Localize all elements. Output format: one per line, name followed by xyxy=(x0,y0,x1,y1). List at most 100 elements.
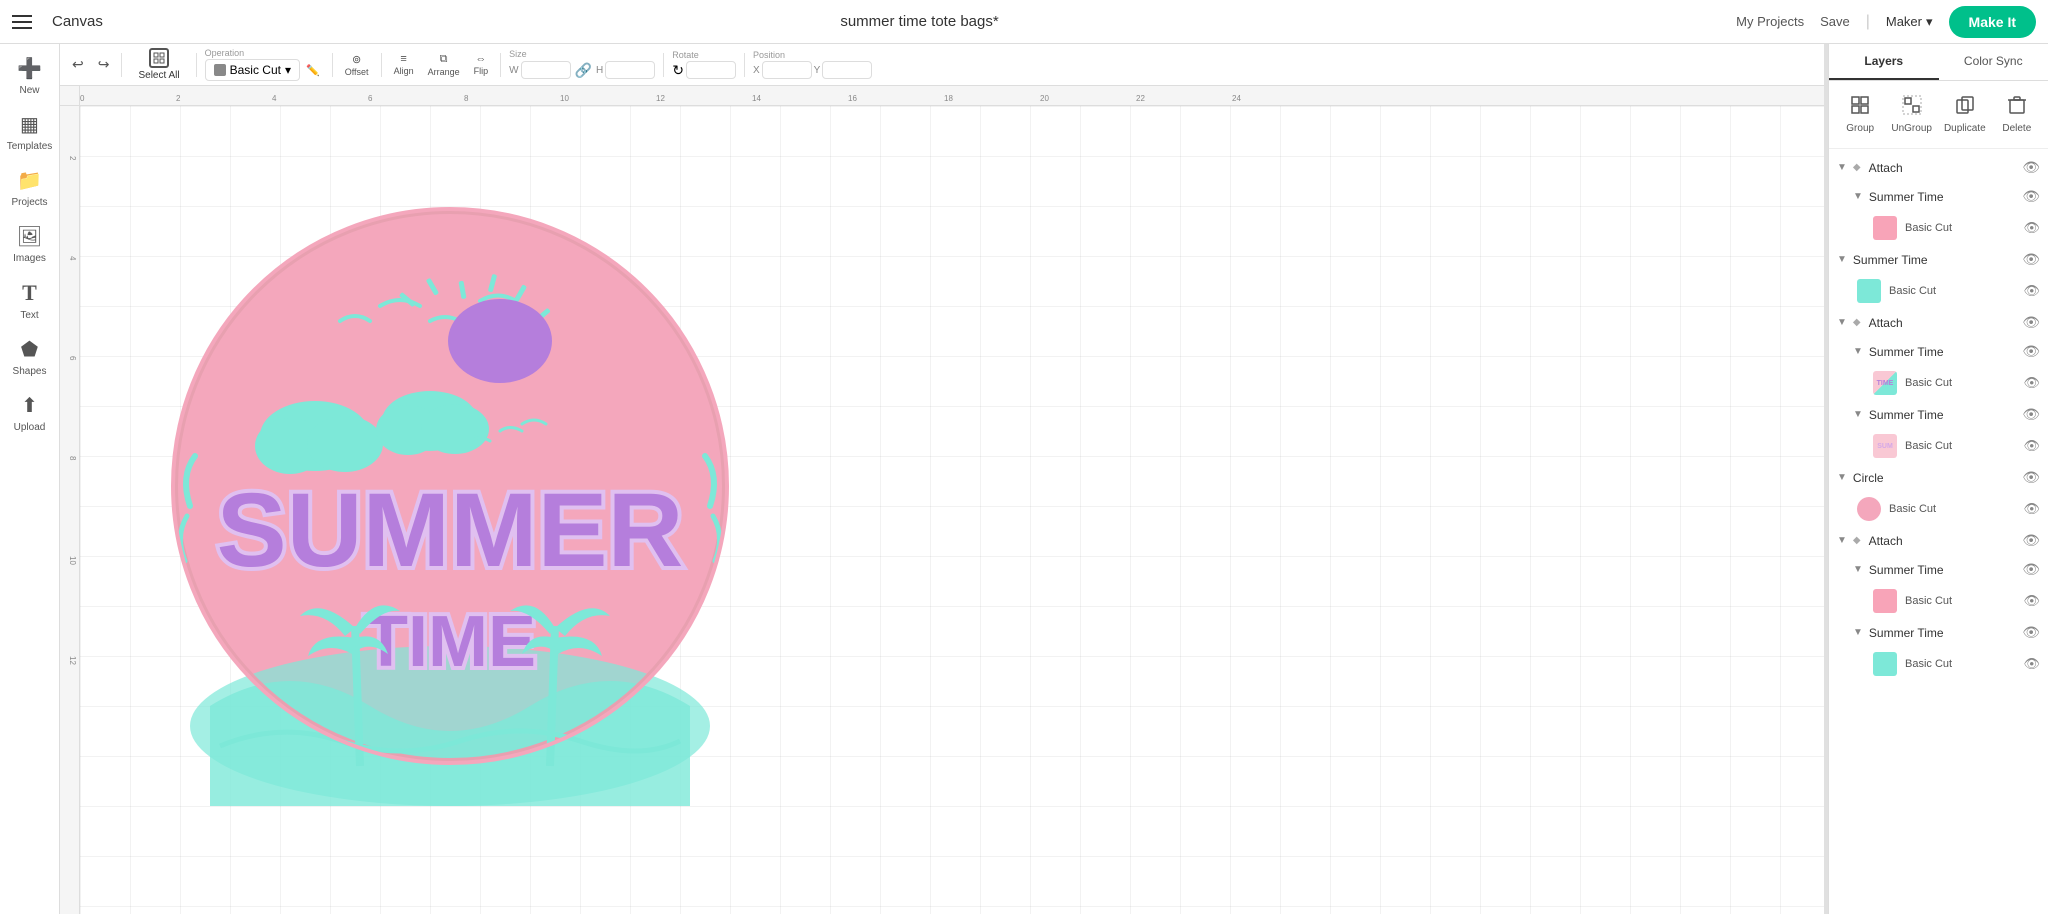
eye-icon[interactable]: 👁 xyxy=(2023,283,2040,299)
select-all-button[interactable]: Select All xyxy=(130,44,187,85)
redo-button[interactable]: ↪ xyxy=(94,52,114,77)
offset-button[interactable]: ⊚ Offset xyxy=(341,49,373,81)
design-container[interactable]: SUMMER TIME xyxy=(160,166,740,806)
eye-icon[interactable]: 👁 xyxy=(2023,593,2040,609)
group-button[interactable]: Group xyxy=(1837,89,1883,140)
divider-5 xyxy=(500,53,501,77)
chevron-icon: ▼ xyxy=(1837,254,1847,265)
chevron-icon: ▼ xyxy=(1853,627,1863,638)
layer-item-basic-cut-2[interactable]: Basic Cut 👁 xyxy=(1829,274,2048,308)
layer-item-3a-basic-cut[interactable]: Basic Cut 👁 xyxy=(1845,584,2048,618)
layer-item-3b-basic-cut[interactable]: Basic Cut 👁 xyxy=(1845,647,2048,681)
layer-item-basic-cut-1[interactable]: Basic Cut 👁 xyxy=(1845,211,2048,245)
flip-button[interactable]: ⇔ Flip xyxy=(470,49,493,80)
sidebar-item-images[interactable]: 🖼 Images xyxy=(0,216,59,272)
height-input[interactable] xyxy=(605,61,655,79)
right-panel: Layers Color Sync Group UnGroup Duplicat… xyxy=(1828,44,2048,914)
sidebar-item-projects[interactable]: 📁 Projects xyxy=(0,160,59,216)
topbar: Canvas summer time tote bags* My Project… xyxy=(0,0,2048,44)
layers-list: ▼ ◆ Attach 👁 ▼ Summer Time 👁 Basic Cut 👁 xyxy=(1829,149,2048,914)
shapes-icon: ⬟ xyxy=(21,337,38,362)
layer-summer-time-1-header[interactable]: ▼ Summer Time 👁 xyxy=(1845,182,2048,211)
sidebar-item-upload[interactable]: ⬆ Upload xyxy=(0,385,59,441)
panel-resize-handle[interactable] xyxy=(1824,0,1828,914)
position-group: Position X Y xyxy=(753,50,872,79)
svg-text:TIME: TIME xyxy=(364,602,536,682)
eye-icon[interactable]: 👁 xyxy=(2023,375,2040,391)
canvas-area[interactable]: 0 2 4 6 8 10 12 14 16 18 20 22 24 2 4 6 … xyxy=(60,86,1828,914)
layer-item-summer-basic-cut[interactable]: SUM Basic Cut 👁 xyxy=(1845,429,2048,463)
eye-icon[interactable]: 👁 xyxy=(2023,501,2040,517)
ungroup-button[interactable]: UnGroup xyxy=(1887,89,1936,140)
app-title: Canvas xyxy=(52,13,103,30)
sidebar-item-new[interactable]: ➕ New xyxy=(0,48,59,104)
make-it-button[interactable]: Make It xyxy=(1949,6,2036,38)
my-projects-link[interactable]: My Projects xyxy=(1736,14,1804,29)
operation-dropdown[interactable]: Basic Cut ▾ xyxy=(205,59,300,81)
layer-item-time-basic-cut[interactable]: TIME Basic Cut 👁 xyxy=(1845,366,2048,400)
arrange-icon: ⧉ xyxy=(428,53,460,66)
eye-icon[interactable]: 👁 xyxy=(2022,469,2040,486)
thumb-summer: SUM xyxy=(1873,434,1897,458)
eye-icon[interactable]: 👁 xyxy=(2023,438,2040,454)
layer-circle-header[interactable]: ▼ Circle 👁 xyxy=(1829,463,2048,492)
layer-summer-3a-header[interactable]: ▼ Summer Time 👁 xyxy=(1845,555,2048,584)
layer-summer-time-summer-header[interactable]: ▼ Summer Time 👁 xyxy=(1845,400,2048,429)
sidebar-item-text[interactable]: T Text xyxy=(0,272,59,329)
edit-button[interactable]: ✏️ xyxy=(302,60,324,81)
layer-summer-time-time-header[interactable]: ▼ Summer Time 👁 xyxy=(1845,337,2048,366)
new-icon: ➕ xyxy=(17,56,42,81)
project-title[interactable]: summer time tote bags* xyxy=(115,13,1724,30)
chevron-icon: ▼ xyxy=(1853,409,1863,420)
layer-attach-1-header[interactable]: ▼ ◆ Attach 👁 xyxy=(1829,153,2048,182)
images-icon: 🖼 xyxy=(17,224,42,249)
rotate-group: Rotate ↻ xyxy=(672,50,736,79)
undo-button[interactable]: ↩ xyxy=(68,52,88,77)
layer-summer-3b-header[interactable]: ▼ Summer Time 👁 xyxy=(1845,618,2048,647)
lock-ratio-button[interactable]: 🔗 xyxy=(573,60,594,81)
sidebar-item-templates[interactable]: ▦ Templates xyxy=(0,104,59,160)
tab-layers[interactable]: Layers xyxy=(1829,44,1939,80)
eye-icon[interactable]: 👁 xyxy=(2022,561,2040,578)
delete-button[interactable]: Delete xyxy=(1994,89,2040,140)
pos-x-input[interactable] xyxy=(762,61,812,79)
eye-icon[interactable]: 👁 xyxy=(2022,406,2040,423)
align-button[interactable]: ≡ Align xyxy=(390,49,418,80)
eye-icon[interactable]: 👁 xyxy=(2022,251,2040,268)
ruler-vertical: 2 4 6 8 10 12 xyxy=(60,106,80,914)
rotate-input[interactable] xyxy=(686,61,736,79)
width-input[interactable] xyxy=(521,61,571,79)
pos-y-input[interactable] xyxy=(822,61,872,79)
eye-icon[interactable]: 👁 xyxy=(2022,624,2040,641)
save-link[interactable]: Save xyxy=(1820,14,1850,29)
maker-dropdown[interactable]: Maker ▾ xyxy=(1886,14,1933,30)
eye-icon[interactable]: 👁 xyxy=(2022,343,2040,360)
divider-3 xyxy=(332,53,333,77)
eye-icon[interactable]: 👁 xyxy=(2022,532,2040,549)
layer-summer-2-header[interactable]: ▼ Summer Time 👁 xyxy=(1829,245,2048,274)
thumb-3b xyxy=(1873,652,1897,676)
divider-7 xyxy=(744,53,745,77)
eye-icon[interactable]: 👁 xyxy=(2022,188,2040,205)
eye-icon[interactable]: 👁 xyxy=(2023,656,2040,672)
upload-icon: ⬆ xyxy=(21,393,38,418)
eye-icon[interactable]: 👁 xyxy=(2022,159,2040,176)
panel-actions: Group UnGroup Duplicate Delete xyxy=(1829,81,2048,149)
layer-attach-3-header[interactable]: ▼ ◆ Attach 👁 xyxy=(1829,526,2048,555)
tab-color-sync[interactable]: Color Sync xyxy=(1939,44,2048,80)
toolbar: ↩ ↪ Select All Operation Basic Cut ▾ ✏️ … xyxy=(60,44,1828,86)
layer-item-circle-basic-cut[interactable]: Basic Cut 👁 xyxy=(1829,492,2048,526)
divider-1 xyxy=(121,53,122,77)
arrange-button[interactable]: ⧉ Arrange xyxy=(424,49,464,81)
eye-icon[interactable]: 👁 xyxy=(2022,314,2040,331)
hamburger-menu[interactable] xyxy=(12,15,32,29)
eye-icon[interactable]: 👁 xyxy=(2023,220,2040,236)
separator: | xyxy=(1866,13,1870,31)
layer-attach-2-header[interactable]: ▼ ◆ Attach 👁 xyxy=(1829,308,2048,337)
layer-summer-time-1: ▼ Summer Time 👁 Basic Cut 👁 xyxy=(1829,182,2048,245)
chevron-icon: ▼ xyxy=(1837,162,1847,173)
sidebar-item-shapes[interactable]: ⬟ Shapes xyxy=(0,329,59,385)
duplicate-button[interactable]: Duplicate xyxy=(1940,89,1990,140)
chevron-icon: ▼ xyxy=(1853,564,1863,575)
flip-icon: ⇔ xyxy=(474,53,489,65)
